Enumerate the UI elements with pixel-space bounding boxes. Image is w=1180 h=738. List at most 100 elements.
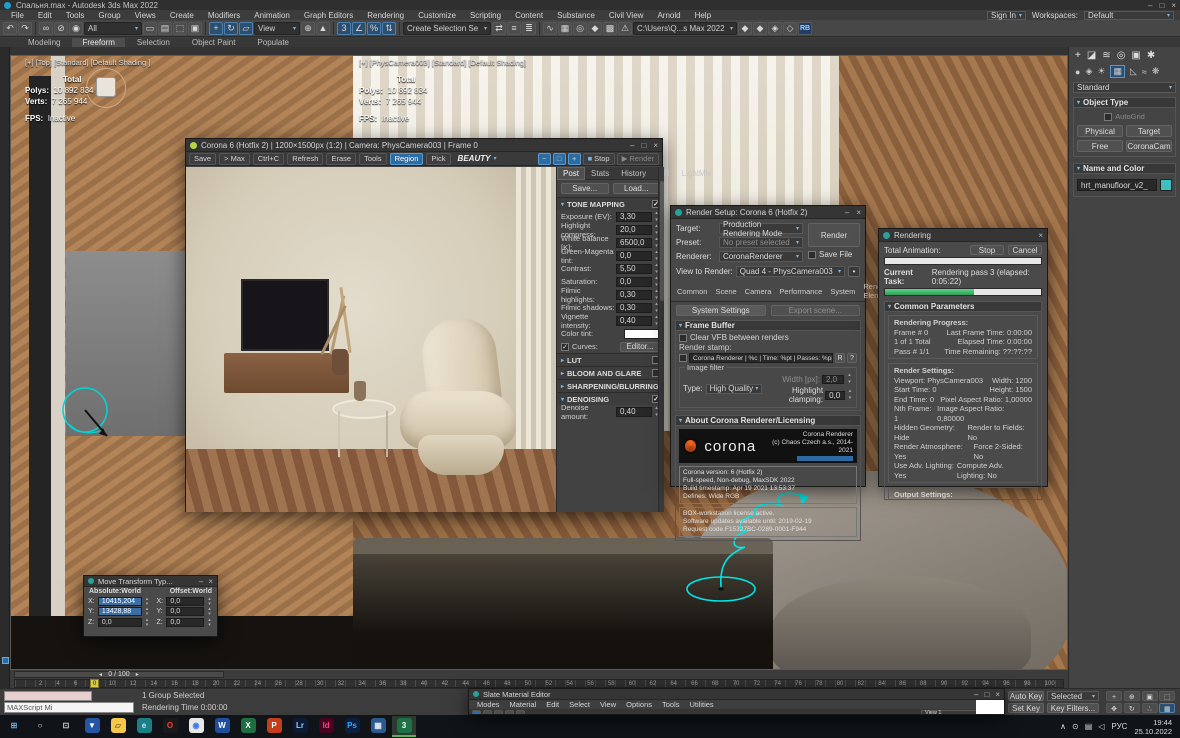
stop-render-button[interactable]: ■ Stop — [583, 153, 615, 165]
frame-forward-icon[interactable]: ▸ — [136, 671, 139, 678]
stamp-reset-button[interactable]: R — [835, 353, 845, 363]
highlight-clamp-field[interactable]: 0,0 — [825, 391, 845, 400]
taskbar-app-icon[interactable]: W — [210, 716, 234, 737]
ribbon-tab[interactable]: Selection — [127, 38, 180, 47]
menu-item[interactable]: Substance — [550, 11, 602, 20]
sme-move-icon[interactable] — [483, 710, 492, 716]
value-field[interactable]: 5,50 — [616, 264, 652, 274]
modify-tab-icon[interactable]: ◪ — [1087, 50, 1096, 61]
ribbon-tab[interactable]: Modeling — [18, 38, 70, 47]
vfb-toolbar-button[interactable]: Refresh — [287, 153, 323, 165]
render-stamp-checkbox[interactable] — [679, 354, 687, 362]
clock[interactable]: 19:44 25.10.2022 — [1134, 718, 1172, 736]
lights-icon[interactable]: ☀ — [1097, 66, 1105, 77]
taskbar-app-icon[interactable]: Lr — [288, 716, 312, 737]
vfb-titlebar[interactable]: Corona 6 (Hotfix 2) | 1200×1500px (1:2) … — [186, 139, 662, 152]
track-bar[interactable]: 2468101214161820222426283032343638404244… — [14, 679, 1064, 688]
curves-editor-button[interactable]: Editor... — [620, 342, 660, 352]
taskbar-app-icon[interactable]: ○ — [28, 716, 52, 737]
color-tint-swatch[interactable] — [624, 329, 660, 339]
close-icon[interactable]: × — [995, 690, 1000, 699]
helpers-icon[interactable]: ◺ — [1130, 66, 1137, 77]
sme-pick-icon[interactable] — [494, 710, 503, 716]
editor-icon[interactable]: ◆ — [588, 22, 602, 35]
render-setup-titlebar[interactable]: Render Setup: Corona 6 (Hotfix 2) – × — [671, 206, 865, 219]
zoom-out-icon[interactable]: − — [538, 153, 551, 165]
rendering-titlebar[interactable]: Rendering × — [879, 229, 1047, 242]
plan-light-selection[interactable] — [49, 374, 129, 454]
filter-type-dropdown[interactable]: High Quality▾ — [706, 384, 763, 394]
sme-menu-item[interactable]: Tools — [657, 700, 685, 709]
sme-menu-item[interactable]: Edit — [541, 700, 564, 709]
menu-item[interactable]: Tools — [59, 11, 92, 20]
minimize-icon[interactable]: – — [1148, 1, 1152, 10]
taskbar-app-icon[interactable]: Ps — [340, 716, 364, 737]
snap-icon[interactable]: ∠ — [352, 22, 366, 35]
vfb-toolbar-button[interactable]: Save — [189, 153, 216, 165]
offset-value-field[interactable]: 0,0 — [166, 618, 204, 627]
toolbar-icon[interactable]: ◉ — [69, 22, 83, 35]
systems-icon[interactable]: ❋ — [1152, 66, 1160, 77]
sme-menu-item[interactable]: Modes — [472, 700, 505, 709]
display-tab-icon[interactable]: ▣ — [1131, 50, 1140, 61]
hierarchy-tab-icon[interactable]: ≋ — [1102, 50, 1110, 61]
common-parameters-rollout[interactable]: ▾ Common Parameters — [884, 301, 1042, 312]
tray-icon[interactable]: ▤ — [1085, 722, 1093, 731]
vfb-toolbar-button[interactable]: Ctrl+C — [253, 153, 284, 165]
close-icon[interactable]: × — [856, 208, 861, 217]
tray-icon[interactable]: ◁ — [1098, 722, 1104, 731]
workspaces-dropdown[interactable]: Default▾ — [1084, 11, 1174, 20]
snap-icon[interactable]: % — [367, 22, 381, 35]
minimize-icon[interactable]: – — [199, 577, 203, 586]
menu-item[interactable]: Graph Editors — [297, 11, 360, 20]
toolbar-icon[interactable]: ⊕ — [301, 22, 315, 35]
sign-in-button[interactable]: Sign In▾ — [987, 11, 1026, 20]
ribbon-tab[interactable]: Freeform — [72, 38, 124, 47]
sme-show-map-icon[interactable] — [505, 710, 514, 716]
lock-view-icon[interactable]: • — [848, 266, 860, 277]
minimize-icon[interactable]: – — [845, 208, 849, 217]
render-setup-tab[interactable]: Common — [673, 286, 711, 297]
value-field[interactable]: 0,0 — [616, 251, 652, 261]
vfb-toolbar-button[interactable]: Pick — [426, 153, 450, 165]
vfb-save-config-button[interactable]: Save... — [561, 183, 609, 194]
maximize-icon[interactable]: □ — [641, 141, 646, 150]
license-link[interactable] — [797, 456, 853, 461]
utilities-tab-icon[interactable]: ✱ — [1147, 50, 1155, 61]
taskbar-app-icon[interactable]: ⊞ — [2, 716, 26, 737]
system-settings-button[interactable]: System Settings — [676, 305, 766, 316]
toolbar-icon[interactable]: ⇄ — [492, 22, 506, 35]
menu-item[interactable]: Content — [508, 11, 550, 20]
tray-icon[interactable]: ∧ — [1060, 722, 1066, 731]
taskbar-app-icon[interactable]: e — [132, 716, 156, 737]
sme-select-icon[interactable] — [472, 710, 481, 716]
toolbar-icon[interactable]: ∞ — [39, 22, 53, 35]
zoom-icon[interactable]: + — [1106, 691, 1122, 701]
toolbar-icon[interactable]: ↶ — [3, 22, 17, 35]
vfb-tab[interactable]: History — [615, 167, 652, 180]
value-field[interactable]: 20,0 — [616, 225, 652, 235]
vfb-tab[interactable]: LightMix — [676, 167, 718, 180]
about-corona-rollout[interactable]: ▾ About Corona Renderer/Licensing — [675, 415, 861, 426]
toolbar-icon[interactable]: ▭ — [143, 22, 157, 35]
editor-icon[interactable]: ◎ — [573, 22, 587, 35]
transform-icon[interactable]: ▱ — [239, 22, 253, 35]
render-setup-window[interactable]: Render Setup: Corona 6 (Hotfix 2) – × Ta… — [670, 205, 866, 487]
autogrid-checkbox[interactable] — [1104, 113, 1112, 121]
offset-value-field[interactable]: 0,0 — [166, 597, 204, 606]
cancel-button[interactable]: Cancel — [1008, 245, 1042, 255]
render-setup-tab[interactable]: Camera — [741, 286, 776, 297]
menu-item[interactable]: Group — [91, 11, 127, 20]
offset-value-field[interactable]: 0,0 — [166, 607, 204, 616]
move-dialog-titlebar[interactable]: Move Transform Typ... – × — [84, 576, 217, 587]
toolbar-icon[interactable]: ▤ — [158, 22, 172, 35]
selection-filter-dropdown[interactable]: All▾ — [84, 22, 142, 35]
maximize-viewport-icon[interactable]: ▦ — [1159, 703, 1175, 713]
value-field[interactable]: 0,30 — [616, 303, 652, 313]
menu-item[interactable]: Modifiers — [201, 11, 247, 20]
absolute-value-field[interactable]: 13428,88 — [98, 607, 142, 616]
camera-viewport-label[interactable]: [+] [PhysCamera003] [Standard] [Default … — [359, 58, 526, 67]
editor-icon[interactable]: ▦ — [558, 22, 572, 35]
toolbar-icon[interactable]: ↷ — [18, 22, 32, 35]
menu-item[interactable]: Scripting — [463, 11, 508, 20]
